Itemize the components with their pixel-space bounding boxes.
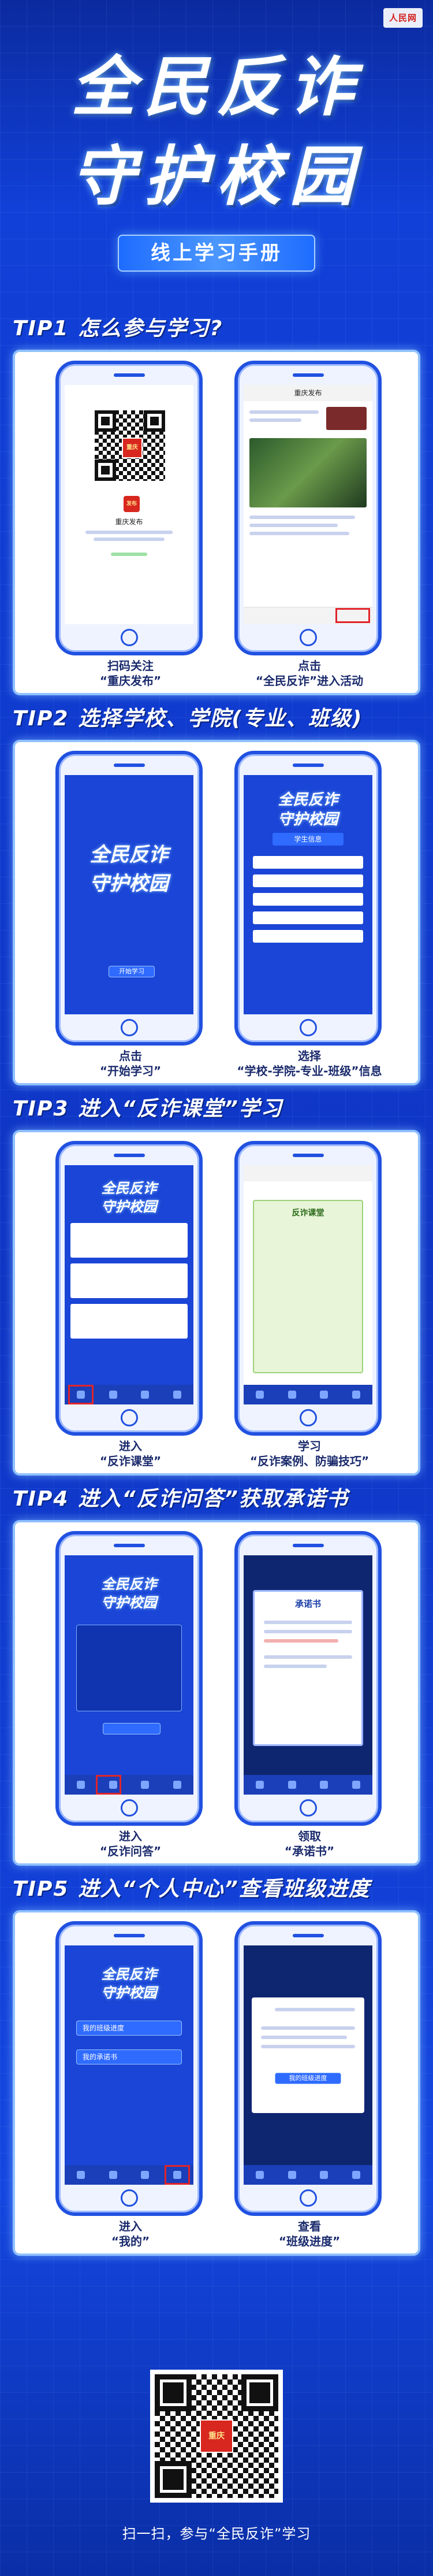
tip2-caption-right: 选择 “学校-学院-专业-班级”信息 xyxy=(237,1049,382,1078)
view-class-progress-button[interactable]: 我的班级进度 xyxy=(275,2073,341,2084)
tip2-title: 选择学校、学院(专业、班级) xyxy=(78,707,363,731)
tip1-phone-left: 重庆 发布 重庆发布 xyxy=(55,361,203,655)
subtitle-banner: 线上学习手册 xyxy=(118,235,315,272)
course-content: 反诈课堂 xyxy=(253,1200,363,1373)
tip5-panel: 全民反诈 守护校园 我的班级进度 我的承诺书 我的班级进度 进入 “我的” 查看 “… xyxy=(13,1910,420,2256)
tip4-heading: TIP4 进入“反诈问答”获取承诺书 xyxy=(13,1485,349,1513)
major-select[interactable] xyxy=(253,893,363,906)
course-card-1[interactable] xyxy=(70,1223,188,1258)
tip4-panel: 全民反诈 守护校园 承诺书 进入 “反诈问答” 领取 “承诺书” xyxy=(13,1520,420,1866)
tip1-heading: TIP1 怎么参与学习? xyxy=(13,315,223,343)
account-name: 重庆发布 xyxy=(115,518,143,526)
name-input[interactable] xyxy=(253,930,363,943)
tip5-phone-left: 全民反诈 守护校园 我的班级进度 我的承诺书 xyxy=(55,1921,203,2216)
tip2-left-title2: 守护校园 xyxy=(89,872,169,895)
commitment-letter: 承诺书 xyxy=(253,1590,363,1746)
tip2-number: TIP2 xyxy=(13,707,69,731)
tip1-title: 怎么参与学习? xyxy=(78,317,223,340)
tip4-title: 进入“反诈问答”获取承诺书 xyxy=(78,1487,349,1511)
mine-tab-highlight[interactable] xyxy=(165,2165,190,2185)
tip2-caption-left: 点击 “开始学习” xyxy=(99,1049,162,1078)
tip2-screen-form: 全民反诈 守护校园 学生信息 xyxy=(244,775,372,1014)
start-quiz-button[interactable] xyxy=(103,1723,160,1734)
tip3-title: 进入“反诈课堂”学习 xyxy=(78,1097,283,1121)
tip2-screen-start: 全民反诈 守护校园 开始学习 xyxy=(65,775,193,1014)
page-header: 人民网 全民反诈 守护校园 线上学习手册 xyxy=(0,0,433,301)
tip3-screen-home: 全民反诈 守护校园 xyxy=(65,1165,193,1404)
anti-fraud-menu-button[interactable] xyxy=(335,608,370,623)
tip1-caption-left: 扫码关注 “重庆发布” xyxy=(99,659,162,688)
tip5-caption-right: 查看 “班级进度” xyxy=(278,2219,341,2248)
college-select[interactable] xyxy=(253,874,363,887)
tip4-caption-right: 领取 “承诺书” xyxy=(284,1829,335,1858)
tip3-caption-right: 学习 “反诈案例、防骗技巧” xyxy=(249,1439,369,1468)
account-avatar: 发布 xyxy=(122,495,141,513)
tip2-panel: 全民反诈 守护校园 开始学习 全民反诈 守护校园 学生信息 点击 “开始学习” 选… xyxy=(13,740,420,1085)
tip3-phone-left: 全民反诈 守护校园 xyxy=(55,1141,203,1436)
tip5-number: TIP5 xyxy=(13,1877,69,1901)
course-card-3[interactable] xyxy=(70,1304,188,1339)
tip3-phone-right: 反诈课堂 xyxy=(234,1141,382,1436)
course-card-2[interactable] xyxy=(70,1263,188,1298)
brand-logo: 人民网 xyxy=(383,8,423,28)
feed-header: 重庆发布 xyxy=(244,385,372,401)
tip5-screen-profile: 全民反诈 守护校园 我的班级进度 我的承诺书 xyxy=(65,1945,193,2185)
footer-qr-code[interactable]: 重庆 xyxy=(150,2370,283,2503)
letter-title: 承诺书 xyxy=(294,1599,321,1609)
tip2-right-title: 全民反诈 xyxy=(278,791,338,809)
tip1-screen-feed: 重庆发布 xyxy=(244,385,372,624)
tip3-caption-left: 进入 “反诈课堂” xyxy=(99,1439,162,1468)
tip4-phone-right: 承诺书 xyxy=(234,1531,382,1826)
main-title-line1: 全民反诈 xyxy=(71,49,362,125)
tip1-number: TIP1 xyxy=(13,317,69,340)
class-progress-panel: 我的班级进度 xyxy=(252,1997,364,2113)
qr-center-seal: 重庆 xyxy=(200,2419,233,2453)
my-class-progress-button[interactable]: 我的班级进度 xyxy=(76,2021,182,2036)
tip3-heading: TIP3 进入“反诈课堂”学习 xyxy=(13,1095,283,1123)
tip2-left-title1: 全民反诈 xyxy=(89,843,169,866)
tip4-number: TIP4 xyxy=(13,1487,69,1511)
tip5-left-title: 全民反诈 xyxy=(101,1966,157,1982)
qr-code[interactable]: 重庆 xyxy=(92,408,167,483)
tip2-phone-right: 全民反诈 守护校园 学生信息 xyxy=(234,751,382,1046)
quiz-tab-highlight[interactable] xyxy=(96,1775,121,1795)
tip4-screen-letter: 承诺书 xyxy=(244,1555,372,1795)
tip2-heading: TIP2 选择学校、学院(专业、班级) xyxy=(13,705,363,733)
school-select[interactable] xyxy=(253,856,363,869)
tip4-left-title2: 守护校园 xyxy=(101,1594,157,1611)
tip4-left-title: 全民反诈 xyxy=(101,1576,157,1592)
tip3-screen-course: 反诈课堂 xyxy=(244,1165,372,1404)
class-select[interactable] xyxy=(253,911,363,924)
tip4-caption-left: 进入 “反诈问答” xyxy=(99,1829,162,1858)
tip3-left-title2: 守护校园 xyxy=(101,1198,157,1215)
student-info-title: 学生信息 xyxy=(273,833,344,846)
tip5-heading: TIP5 进入“个人中心”查看班级进度 xyxy=(13,1876,371,1903)
course-title: 反诈课堂 xyxy=(292,1209,324,1218)
tip5-left-title2: 守护校园 xyxy=(101,1984,157,2001)
tip1-phone-right: 重庆发布 xyxy=(234,361,382,655)
tip2-phone-left: 全民反诈 守护校园 开始学习 xyxy=(55,751,203,1046)
tip1-panel: 重庆 发布 重庆发布 重庆发布 扫码关注 “重庆发布” 点击 “全民反诈”进入活… xyxy=(13,350,420,695)
tip4-screen-quiz: 全民反诈 守护校园 xyxy=(65,1555,193,1795)
tip2-right-title2: 守护校园 xyxy=(278,811,338,828)
quiz-intro-card xyxy=(76,1625,182,1711)
tip5-title: 进入“个人中心”查看班级进度 xyxy=(78,1877,371,1901)
footer-instruction: 扫一扫，参与“全民反诈”学习 xyxy=(122,2526,311,2542)
tip4-phone-left: 全民反诈 守护校园 xyxy=(55,1531,203,1826)
my-commitment-button[interactable]: 我的承诺书 xyxy=(76,2049,182,2064)
tip5-phone-right: 我的班级进度 xyxy=(234,1921,382,2216)
tip3-left-title: 全民反诈 xyxy=(101,1180,157,1196)
course-tab-highlight[interactable] xyxy=(68,1385,94,1404)
start-learning-button[interactable]: 开始学习 xyxy=(109,966,155,977)
tip3-panel: 全民反诈 守护校园 反诈课堂 进入 “反诈课堂” 学习 “反诈案例、防骗技巧” xyxy=(13,1130,420,1476)
tip1-screen-qr: 重庆 发布 重庆发布 xyxy=(65,385,193,624)
main-title-line2: 守护校园 xyxy=(71,139,362,214)
tip1-caption-right: 点击 “全民反诈”进入活动 xyxy=(255,659,364,688)
tip5-screen-progress: 我的班级进度 xyxy=(244,1945,372,2185)
tip3-number: TIP3 xyxy=(13,1097,69,1121)
tip5-caption-left: 进入 “我的” xyxy=(111,2219,150,2248)
feed-image xyxy=(249,438,367,507)
